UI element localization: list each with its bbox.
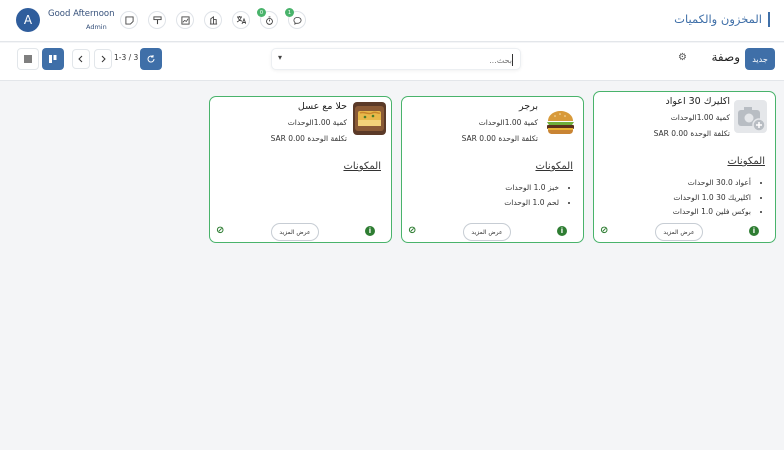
next-page-button[interactable] [94, 49, 112, 69]
chevron-down-icon[interactable]: ▾ [278, 53, 282, 62]
avatar[interactable]: A [16, 8, 40, 32]
list-icon [24, 55, 32, 63]
card-title: اكليرك 30 اعواد [665, 96, 730, 107]
list-view-button[interactable] [17, 48, 39, 70]
list-item: اكليريك 30 1.0 الوحدات [673, 191, 751, 206]
building-icon[interactable] [204, 11, 222, 29]
card-qty: كمية 1.00الوحدات [287, 118, 347, 127]
burger-image [544, 106, 577, 139]
list-item: أعواد 30.0 الوحدات [673, 176, 751, 191]
chevron-left-icon [78, 55, 83, 63]
new-button[interactable]: جديد [745, 48, 775, 70]
info-icon[interactable]: i [557, 226, 567, 236]
user-role: Admin [86, 23, 107, 31]
show-more-button[interactable]: عرض المزيد [655, 223, 703, 241]
prev-page-button[interactable] [72, 49, 90, 69]
page-name: وصفة [711, 50, 741, 64]
list-item: بوكس فلين 1.0 الوحدات [673, 205, 751, 220]
chat-badge: 1 [285, 8, 294, 17]
list-item: خبز 1.0 الوحدات [504, 181, 559, 196]
refresh-icon [147, 55, 155, 63]
text-caret [512, 54, 513, 66]
dessert-image [353, 102, 386, 135]
ingredients-title: المكونات [727, 156, 765, 167]
chevron-right-icon [101, 55, 106, 63]
ingredients-title: المكونات [343, 161, 381, 172]
card-title: حلا مع عسل [297, 101, 347, 112]
greeting-text: Good Afternoon [48, 9, 115, 19]
ingredients-list: خبز 1.0 الوحدات لحم 1.0 الوحدات [504, 181, 567, 210]
paint-roller-icon[interactable] [148, 11, 166, 29]
paperclip-icon[interactable]: ⊘ [600, 225, 608, 236]
card-qty: كمية 1.00الوحدات [670, 113, 730, 122]
chart-box-icon[interactable] [176, 11, 194, 29]
gear-icon[interactable]: ⚙ [678, 52, 687, 63]
kanban-view-button[interactable] [42, 48, 64, 70]
card-title: برجر [519, 101, 538, 112]
info-icon[interactable]: i [365, 226, 375, 236]
translate-icon[interactable] [232, 11, 250, 29]
recipe-card[interactable]: اكليرك 30 اعواد كمية 1.00الوحدات تكلفة ا… [593, 91, 776, 243]
show-more-button[interactable]: عرض المزيد [463, 223, 511, 241]
card-qty: كمية 1.00الوحدات [478, 118, 538, 127]
search-input[interactable] [312, 53, 512, 67]
paperclip-icon[interactable]: ⊘ [408, 225, 416, 236]
camera-placeholder-icon [734, 100, 767, 133]
ingredients-title: المكونات [535, 161, 573, 172]
search-box[interactable]: ▾ [271, 48, 521, 70]
stopwatch-badge: 0 [257, 8, 266, 17]
recipe-card[interactable]: حلا مع عسل كمية 1.00الوحدات تكلفة الوحدة… [209, 96, 392, 243]
card-cost: تكلفة الوحدة SAR 0.00 [653, 129, 730, 138]
list-item: لحم 1.0 الوحدات [504, 196, 559, 211]
top-bar: A Good Afternoon Admin 0 1 المخزون والكم… [0, 0, 784, 42]
sticky-note-icon[interactable] [120, 11, 138, 29]
info-icon[interactable]: i [749, 226, 759, 236]
kanban-icon [49, 55, 57, 63]
show-more-button[interactable]: عرض المزيد [271, 223, 319, 241]
card-cost: تكلفة الوحدة SAR 0.00 [270, 134, 347, 143]
recipe-card[interactable]: برجر كمية 1.00الوحدات تكلفة الوحدة SAR 0… [401, 96, 584, 243]
ingredients-list: أعواد 30.0 الوحدات اكليريك 30 1.0 الوحدا… [673, 176, 759, 220]
control-bar: 1-3 / 3 ▾ ⚙ وصفة جديد [0, 43, 784, 81]
page-title: المخزون والكميات [674, 12, 770, 27]
paperclip-icon[interactable]: ⊘ [216, 225, 224, 236]
card-cost: تكلفة الوحدة SAR 0.00 [461, 134, 538, 143]
refresh-button[interactable] [140, 48, 162, 70]
pager-text: 1-3 / 3 [114, 53, 139, 62]
